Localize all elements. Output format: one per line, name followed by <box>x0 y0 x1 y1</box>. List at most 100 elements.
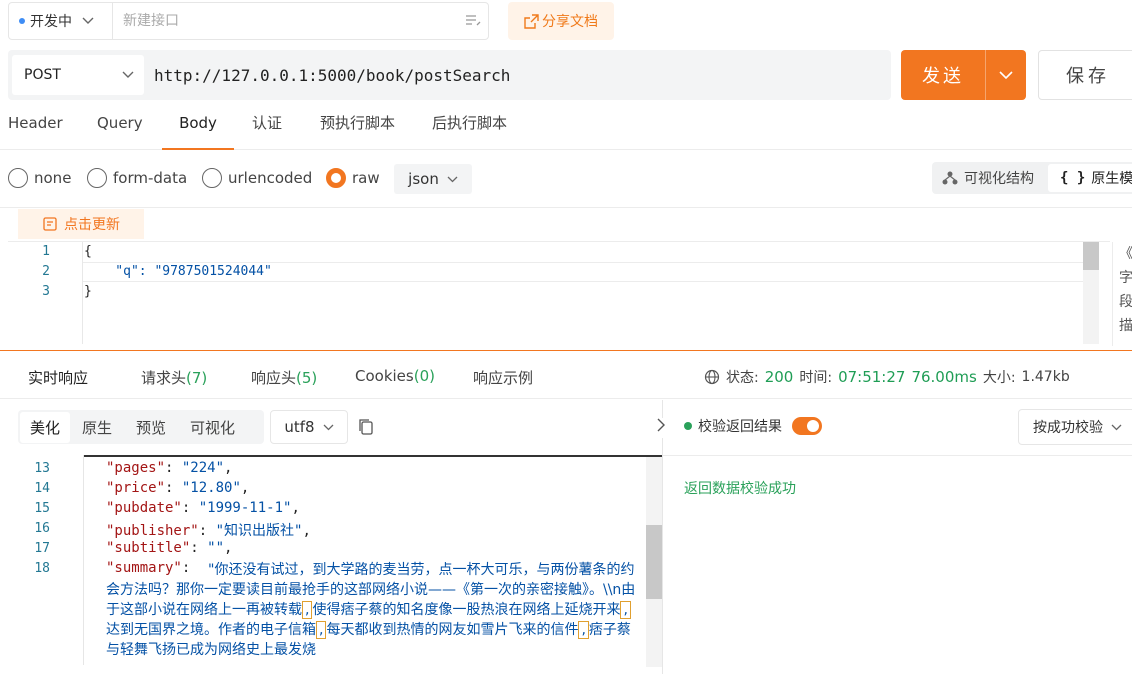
refresh-label: 点击更新 <box>64 217 120 233</box>
encoding-select[interactable]: utf8 <box>270 410 348 444</box>
radio-form-data[interactable]: form-data <box>87 168 187 188</box>
json-value: "1999-11-1" <box>198 500 292 516</box>
save-button[interactable]: 保存 <box>1038 50 1132 100</box>
duration-value: 76.00ms <box>911 368 977 386</box>
tab-response-headers[interactable]: 响应头(5) <box>251 367 317 388</box>
refresh-doc-icon <box>43 217 57 231</box>
send-dropdown[interactable] <box>986 50 1026 100</box>
status-dot <box>684 422 692 430</box>
braces-icon: { } <box>1060 170 1086 186</box>
radio-raw[interactable]: raw <box>326 168 380 188</box>
notes-icon[interactable] <box>458 3 488 39</box>
send-button[interactable]: 发送 <box>901 50 1026 100</box>
tab-label: Cookies <box>355 367 414 385</box>
scrollbar-thumb[interactable] <box>1083 242 1099 270</box>
json-value: "224" <box>181 460 225 476</box>
json-key: "pages" <box>106 460 166 476</box>
tab-auth[interactable]: 认证 <box>252 110 282 150</box>
code-line: "subtitle": "", <box>106 540 233 556</box>
tab-count: (0) <box>413 367 435 385</box>
tab-cookies[interactable]: Cookies(0) <box>355 367 435 385</box>
radio-none[interactable]: none <box>8 168 71 188</box>
code-line: { <box>84 244 92 259</box>
url-input[interactable]: http://127.0.0.1:5000/book/postSearch <box>154 66 510 85</box>
status-label: 状态: <box>726 370 759 386</box>
highlight-comma: , <box>316 621 327 639</box>
editor-scrollbar[interactable] <box>1083 242 1099 344</box>
verify-toggle[interactable] <box>792 417 822 435</box>
body-format-select[interactable]: json <box>394 164 472 194</box>
tab-body[interactable]: Body <box>162 110 234 150</box>
copy-icon[interactable] <box>358 418 374 440</box>
environment-selector[interactable]: 开发中 <box>9 3 113 39</box>
method-label: POST <box>24 67 61 83</box>
summary-text: 达到无国界之境。作者的电子信箱 <box>106 622 316 638</box>
visual-structure-label: 可视化结构 <box>964 171 1034 187</box>
json-key: "pubdate" <box>106 500 182 516</box>
gutter-separator <box>82 242 83 344</box>
structure-icon <box>942 171 958 185</box>
gutter-separator <box>83 455 84 665</box>
line-number: 16 <box>34 521 50 536</box>
tab-label: 响应头 <box>251 369 297 387</box>
highlight-comma: , <box>620 601 631 619</box>
radio-urlencoded[interactable]: urlencoded <box>202 168 312 188</box>
refresh-button[interactable]: 点击更新 <box>18 209 144 239</box>
visual-structure-option[interactable]: 可视化结构 <box>932 168 1048 188</box>
body-format-label: json <box>408 170 439 188</box>
encoding-label: utf8 <box>284 418 315 436</box>
size-value: 1.47kb <box>1021 369 1070 385</box>
tab-request-headers[interactable]: 请求头(7) <box>141 367 207 388</box>
highlight-comma: , <box>302 601 313 619</box>
side-text: 《 <box>1119 246 1132 262</box>
line-number: 1 <box>42 244 50 259</box>
code-line: "pages": "224", <box>106 460 233 476</box>
tab-raw[interactable]: 原生 <box>70 417 124 438</box>
method-select[interactable]: POST <box>12 55 144 95</box>
api-name-input[interactable] <box>113 3 458 39</box>
divider <box>663 455 1132 456</box>
view-mode-switch: 可视化结构 { } 原生模 <box>932 162 1132 194</box>
tab-pretty[interactable]: 美化 <box>20 411 71 443</box>
time-value: 07:51:27 <box>838 368 906 386</box>
radio-circle-selected[interactable] <box>326 168 346 188</box>
raw-mode-label: 原生模 <box>1091 171 1132 187</box>
verify-label: 校验返回结果 <box>698 419 782 435</box>
tab-post-script[interactable]: 后执行脚本 <box>432 110 507 150</box>
response-view-tabs: 美化 原生 预览 可视化 <box>18 410 264 444</box>
json-value: "12.80" <box>181 480 241 496</box>
code-line: "q": "9787501524044" <box>84 264 272 279</box>
tab-visualize[interactable]: 可视化 <box>178 417 247 438</box>
tab-preview[interactable]: 预览 <box>124 417 178 438</box>
raw-mode-option[interactable]: { } 原生模 <box>1048 164 1132 192</box>
side-panel: 《 字 段 描 <box>1112 242 1132 346</box>
scrollbar-thumb[interactable] <box>646 525 662 599</box>
json-value: "" <box>207 540 225 556</box>
tab-header[interactable]: Header <box>8 110 63 150</box>
panel-separator[interactable] <box>662 400 663 674</box>
radio-circle[interactable] <box>8 168 28 188</box>
editor-top-border <box>83 455 663 457</box>
radio-circle[interactable] <box>87 168 107 188</box>
verify-success-message: 返回数据校验成功 <box>684 481 796 497</box>
tab-pre-script[interactable]: 预执行脚本 <box>320 110 395 150</box>
tab-response-example[interactable]: 响应示例 <box>473 367 533 388</box>
tab-query[interactable]: Query <box>97 110 143 150</box>
verify-mode-select[interactable]: 按成功校验 <box>1018 409 1132 445</box>
share-doc-button[interactable]: 分享文档 <box>508 2 614 40</box>
response-scrollbar[interactable] <box>646 457 662 667</box>
json-key: "publisher" <box>106 523 199 539</box>
chevron-right-icon[interactable] <box>656 418 670 438</box>
radio-circle[interactable] <box>202 168 222 188</box>
tab-count: (5) <box>296 369 318 387</box>
request-body-editor[interactable] <box>8 241 1110 345</box>
json-key: "price" <box>106 480 166 496</box>
tab-label: 实时响应 <box>28 369 89 387</box>
share-doc-label: 分享文档 <box>542 14 598 30</box>
tab-live-response[interactable]: 实时响应 <box>28 367 88 388</box>
summary-value: "你还没有试过，到大学路的麦当劳，点一杯大可乐，与两份薯条的约会方法吗？那你一定… <box>106 560 636 660</box>
share-icon <box>524 13 539 29</box>
send-label[interactable]: 发送 <box>901 50 986 100</box>
tab-label: 请求头 <box>141 369 187 387</box>
radio-label: urlencoded <box>228 169 313 187</box>
